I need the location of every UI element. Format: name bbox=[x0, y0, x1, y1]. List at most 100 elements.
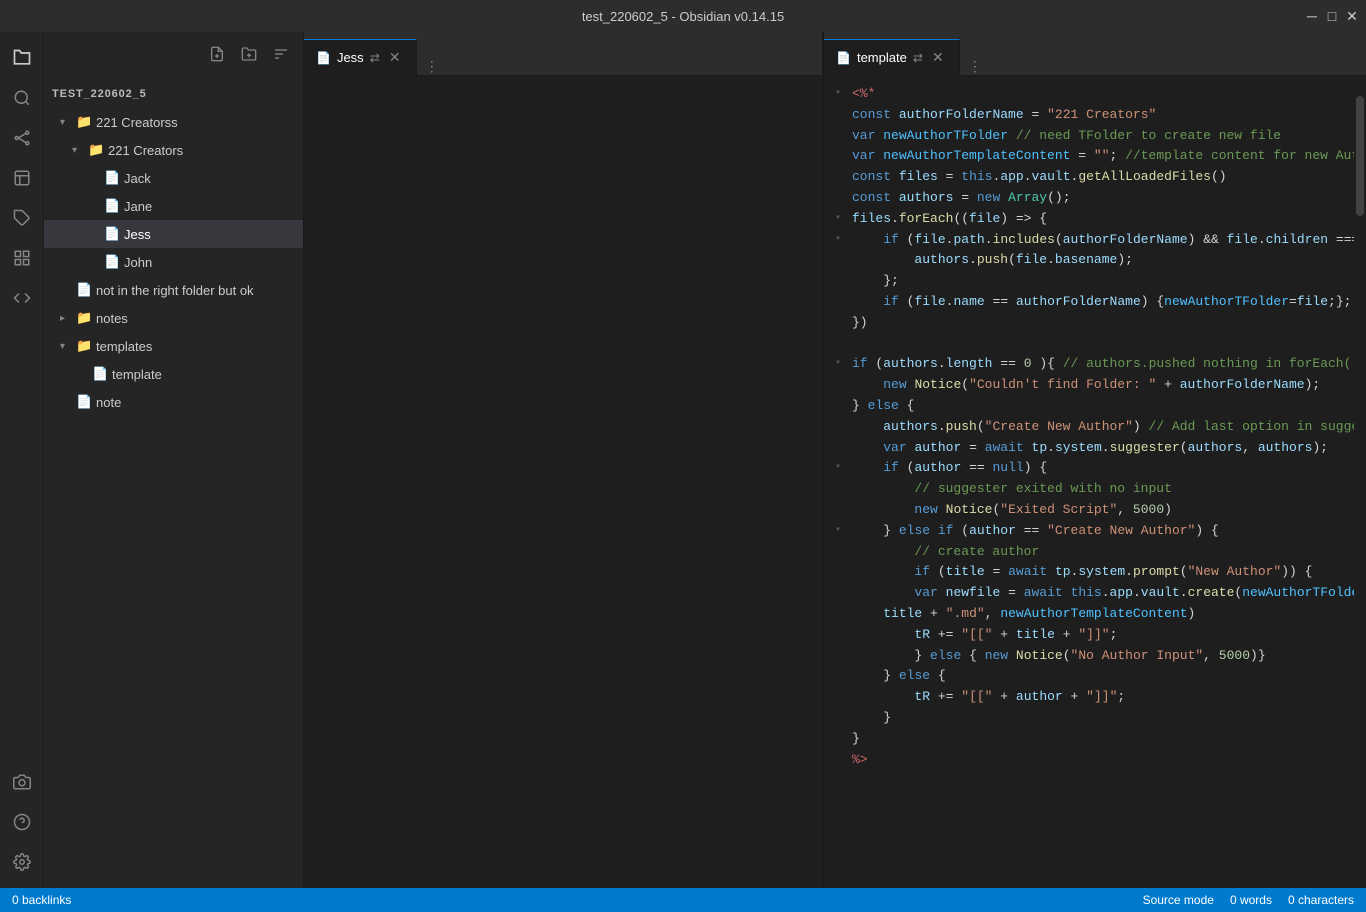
code-text: if (file.name == authorFolderName) {newA… bbox=[848, 292, 1354, 313]
code-editor[interactable]: ▾ <%* const authorFolderName = "221 Crea… bbox=[824, 76, 1354, 888]
template-tabs-bar: 📄 template ⇄ ✕ ⋮ bbox=[824, 32, 1366, 76]
code-line-32: } bbox=[824, 729, 1354, 750]
code-text: if (authors.length == 0 ){ // authors.pu… bbox=[848, 354, 1354, 375]
folder-icon: 📁 bbox=[76, 310, 92, 326]
folder-icon: 📁 bbox=[88, 142, 104, 158]
code-text: } else { new Notice("No Author Input", 5… bbox=[848, 646, 1350, 667]
folder-label: templates bbox=[96, 339, 152, 354]
file-label: Jack bbox=[124, 171, 151, 186]
fold-arrow-icon[interactable]: ▾ bbox=[828, 460, 848, 476]
code-text: if (title = await tp.system.prompt("New … bbox=[848, 562, 1350, 583]
tree-item-jess[interactable]: 📄 Jess bbox=[44, 220, 303, 248]
code-line-1: ▾ <%* bbox=[824, 84, 1354, 105]
code-line-24: if (title = await tp.system.prompt("New … bbox=[824, 562, 1354, 583]
code-text: } else { bbox=[848, 666, 1350, 687]
tree-item-jack[interactable]: 📄 Jack bbox=[44, 164, 303, 192]
file-icon: 📄 bbox=[92, 366, 108, 382]
code-line-30: tR += "[[" + author + "]]"; bbox=[824, 687, 1354, 708]
minimize-button[interactable]: ─ bbox=[1306, 10, 1318, 22]
file-label: note bbox=[96, 395, 121, 410]
pin-icon: ⇄ bbox=[370, 51, 380, 65]
code-line-6: const authors = new Array(); bbox=[824, 188, 1354, 209]
tree-item-jane[interactable]: 📄 Jane bbox=[44, 192, 303, 220]
scrollbar-track[interactable] bbox=[1354, 76, 1366, 888]
code-text: }; bbox=[848, 271, 1350, 292]
maximize-button[interactable]: □ bbox=[1326, 10, 1338, 22]
folder-icon: 📁 bbox=[76, 114, 92, 130]
tags-icon[interactable] bbox=[4, 200, 40, 236]
graph-icon[interactable] bbox=[4, 120, 40, 156]
code-line-21: new Notice("Exited Script", 5000) bbox=[824, 500, 1354, 521]
file-label: template bbox=[112, 367, 162, 382]
fold-arrow-icon[interactable]: ▾ bbox=[828, 232, 848, 248]
tab-more-button[interactable]: ⋮ bbox=[960, 58, 990, 75]
sort-button[interactable] bbox=[267, 40, 295, 68]
files-icon[interactable] bbox=[4, 40, 40, 76]
new-file-button[interactable] bbox=[203, 40, 231, 68]
code-line-4: var newAuthorTemplateContent = ""; //tem… bbox=[824, 146, 1354, 167]
code-line-2: const authorFolderName = "221 Creators" bbox=[824, 105, 1354, 126]
code-text: new Notice("Couldn't find Folder: " + au… bbox=[848, 375, 1350, 396]
help-icon[interactable] bbox=[4, 804, 40, 840]
code-text: var author = await tp.system.suggester(a… bbox=[848, 438, 1350, 459]
close-button[interactable]: ✕ bbox=[1346, 10, 1358, 22]
settings-icon[interactable] bbox=[4, 844, 40, 880]
folder-label: 221 Creatorss bbox=[96, 115, 178, 130]
tree-item-note[interactable]: 📄 note bbox=[44, 388, 303, 416]
tree-item-template[interactable]: 📄 template bbox=[44, 360, 303, 388]
tab-close-button[interactable]: ✕ bbox=[386, 49, 404, 67]
file-icon: 📄 bbox=[104, 198, 120, 214]
fold-arrow-icon[interactable]: ▾ bbox=[828, 211, 848, 227]
code-icon[interactable] bbox=[4, 280, 40, 316]
sidebar: test_220602_5 ▾ 📁 221 Creatorss ▾ 📁 221 … bbox=[44, 32, 304, 888]
code-line-14: ▾ if (authors.length == 0 ){ // authors.… bbox=[824, 354, 1354, 375]
code-line-22: ▾ } else if (author == "Create New Autho… bbox=[824, 521, 1354, 542]
tree-item-templates[interactable]: ▾ 📁 templates bbox=[44, 332, 303, 360]
source-mode-status[interactable]: Source mode bbox=[1143, 893, 1214, 907]
tab-more-button[interactable]: ⋮ bbox=[417, 58, 447, 75]
folder-arrow-icon: ▾ bbox=[72, 145, 88, 156]
tab-template[interactable]: 📄 template ⇄ ✕ bbox=[824, 39, 960, 75]
scrollbar-thumb[interactable] bbox=[1356, 96, 1364, 216]
expand-icon: ⇄ bbox=[913, 51, 923, 65]
tree-item-john[interactable]: 📄 John bbox=[44, 248, 303, 276]
fold-arrow-icon[interactable]: ▾ bbox=[828, 86, 848, 102]
file-icon: 📄 bbox=[104, 254, 120, 270]
folder-arrow-icon: ▾ bbox=[60, 117, 76, 128]
template-icon[interactable] bbox=[4, 240, 40, 276]
code-line-26: title + ".md", newAuthorTemplateContent) bbox=[824, 604, 1354, 625]
tree-item-notinfolder[interactable]: 📄 not in the right folder but ok bbox=[44, 276, 303, 304]
code-line-23: // create author bbox=[824, 542, 1354, 563]
tab-close-button[interactable]: ✕ bbox=[929, 49, 947, 67]
tab-jess[interactable]: 📄 Jess ⇄ ✕ bbox=[304, 39, 417, 75]
tree-item-221creators[interactable]: ▾ 📁 221 Creators bbox=[44, 136, 303, 164]
camera-icon[interactable] bbox=[4, 764, 40, 800]
code-line-8: ▾ if (file.path.includes(authorFolderNam… bbox=[824, 230, 1354, 251]
jess-tabs-bar: 📄 Jess ⇄ ✕ ⋮ bbox=[304, 32, 823, 76]
search-icon[interactable] bbox=[4, 80, 40, 116]
code-line-29: } else { bbox=[824, 666, 1354, 687]
file-label: Jess bbox=[124, 227, 151, 242]
code-line-5: const files = this.app.vault.getAllLoade… bbox=[824, 167, 1354, 188]
code-text: var newfile = await this.app.vault.creat… bbox=[848, 583, 1354, 604]
fold-arrow-icon[interactable]: ▾ bbox=[828, 523, 848, 539]
tree-item-notes[interactable]: ▸ 📁 notes bbox=[44, 304, 303, 332]
template-panel: 📄 template ⇄ ✕ ⋮ ▾ <%* bbox=[824, 32, 1366, 888]
file-label: John bbox=[124, 255, 152, 270]
new-folder-button[interactable] bbox=[235, 40, 263, 68]
code-text bbox=[848, 334, 1350, 355]
fold-arrow-icon[interactable]: ▾ bbox=[828, 356, 848, 372]
bookmarks-icon[interactable] bbox=[4, 160, 40, 196]
code-text: var newAuthorTemplateContent = ""; //tem… bbox=[848, 146, 1354, 167]
backlinks-status[interactable]: 0 backlinks bbox=[12, 893, 71, 907]
code-text: } else if (author == "Create New Author"… bbox=[848, 521, 1350, 542]
code-line-17: authors.push("Create New Author") // Add… bbox=[824, 417, 1354, 438]
code-line-33: %> bbox=[824, 750, 1354, 771]
tree-item-221creatorss[interactable]: ▾ 📁 221 Creatorss bbox=[44, 108, 303, 136]
file-label: not in the right folder but ok bbox=[96, 283, 254, 298]
folder-icon: 📁 bbox=[76, 338, 92, 354]
code-text: tR += "[[" + title + "]]"; bbox=[848, 625, 1350, 646]
window-controls: ─ □ ✕ bbox=[1306, 10, 1358, 22]
root-label: test_220602_5 bbox=[44, 80, 303, 108]
file-tab-icon: 📄 bbox=[836, 51, 851, 65]
